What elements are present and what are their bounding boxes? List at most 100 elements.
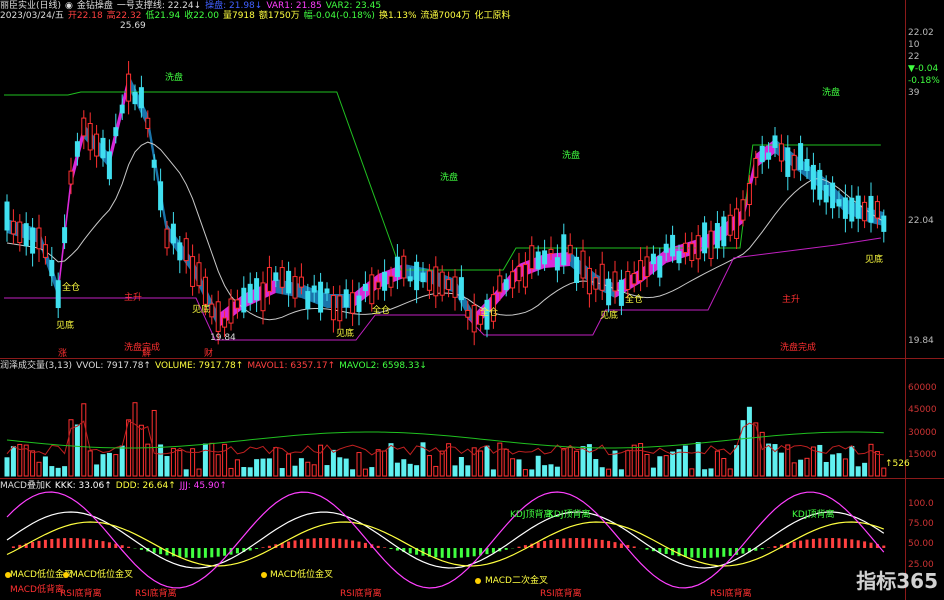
volume-bar [548, 464, 554, 477]
candle-body [586, 267, 592, 295]
candle-body [734, 208, 740, 239]
rsi-divergence-label: RSI底背离 [710, 587, 752, 599]
candle-body [279, 267, 285, 288]
candle-body [190, 256, 196, 287]
wash-label: 洗盘 [822, 86, 840, 98]
candle-body [138, 87, 144, 109]
volume-bar [106, 452, 112, 477]
candle-body [714, 223, 720, 249]
rsi-divergence-label: RSI底背离 [540, 587, 582, 599]
bottom-label: 见底 [865, 253, 883, 265]
jjj-line [6, 491, 885, 589]
candle-body [874, 201, 880, 219]
candle-body [183, 238, 189, 262]
candle-body [30, 227, 36, 254]
volume-bar [164, 456, 170, 477]
candle-body [305, 291, 311, 310]
volume-bar [497, 442, 503, 477]
volume-bar [689, 468, 695, 477]
macd-golden-cross-label: MACD二次金叉 [485, 574, 548, 586]
full-position-label: 全仓 [480, 306, 498, 318]
candle-body [298, 276, 304, 288]
candle-body [273, 272, 279, 281]
candle-body [228, 298, 234, 324]
volume-bar [842, 458, 848, 477]
volume-bar [650, 467, 656, 477]
candle-body [126, 73, 132, 102]
volume-bar [836, 453, 842, 477]
candle-body [689, 243, 695, 262]
volume-bar [42, 456, 48, 477]
main-rise-label: 主升 [782, 293, 800, 305]
bottom-label: 见底 [336, 327, 354, 339]
volume-bar [177, 450, 183, 477]
volume-bar [452, 465, 458, 477]
annotation-layer: 25.6919.84洗盘洗盘洗盘洗盘全仓全仓 全仓全仓主升 主升见底见底见底见底见底… [5, 21, 883, 599]
volume-bar [286, 453, 292, 477]
volume-bar [279, 468, 285, 477]
candle-body [10, 220, 16, 235]
volume-bar [599, 467, 605, 477]
candle-body [631, 273, 637, 285]
candle-body [862, 201, 868, 222]
candle-body [433, 266, 439, 297]
full-position-label: 全仓 [625, 293, 643, 305]
logo: 指标365 [856, 569, 938, 593]
volume-bar [670, 451, 676, 477]
candle-body [810, 164, 816, 190]
bottom-label: 见底 [56, 319, 74, 331]
volume-bar [138, 424, 144, 477]
candle-body [657, 255, 663, 278]
candle-body [42, 244, 48, 258]
volume-bar [503, 448, 509, 477]
volume-bar [273, 447, 279, 477]
candle-body [522, 264, 528, 288]
mavol2-line [6, 431, 884, 449]
volume-bar [567, 446, 573, 477]
candle-body [510, 271, 516, 289]
volume-bar [4, 457, 10, 477]
volume-bar [625, 450, 631, 477]
candle-body [676, 251, 682, 264]
candle-body [286, 270, 292, 294]
wash-label: 洗盘 [562, 149, 580, 161]
candle-body [721, 216, 727, 247]
candle-body [791, 154, 797, 171]
volume-bar [772, 444, 778, 477]
volume-bar [81, 403, 87, 477]
volume-bar [350, 469, 356, 477]
volume-bar [714, 450, 720, 477]
candle-body [241, 287, 247, 313]
candle-body [94, 133, 100, 157]
candle-body [881, 215, 887, 232]
bottom-label: 见底 [192, 303, 210, 315]
volume-bar [817, 444, 823, 477]
volume-bar [132, 402, 138, 477]
candle-body [746, 183, 752, 206]
candle-body [202, 276, 208, 305]
volume-bar [510, 458, 516, 477]
candle-body [318, 281, 324, 313]
candle-body [362, 283, 368, 291]
volume-bar [471, 447, 477, 477]
candle-body [196, 262, 202, 287]
candle-body [87, 123, 93, 151]
candle-body [548, 248, 554, 254]
kdj-divergence-label: KDJ顶背离 [548, 508, 591, 520]
candle-body [452, 276, 458, 298]
candle-body [817, 169, 823, 200]
candle-body [132, 91, 138, 105]
tag-label: 解 [142, 347, 151, 359]
candle-body [612, 271, 618, 292]
candle-body [465, 309, 471, 318]
volume-bar [580, 446, 586, 477]
volume-bar [292, 465, 298, 477]
chart-stage: 丽臣实业(日线) ◉ 金钻操盘 一号支撑线: 22.24↓ 操盘: 21.98↓ VAR1… [0, 0, 944, 600]
volume-bar [202, 443, 208, 477]
candle-body [836, 199, 842, 207]
kdj-divergence-label: KDJ顶背离 [792, 508, 835, 520]
macd-golden-cross-label: MACD低位金叉 [270, 568, 333, 580]
volume-bar [260, 458, 266, 477]
volume-bar [708, 468, 714, 477]
candle-body [497, 275, 503, 293]
